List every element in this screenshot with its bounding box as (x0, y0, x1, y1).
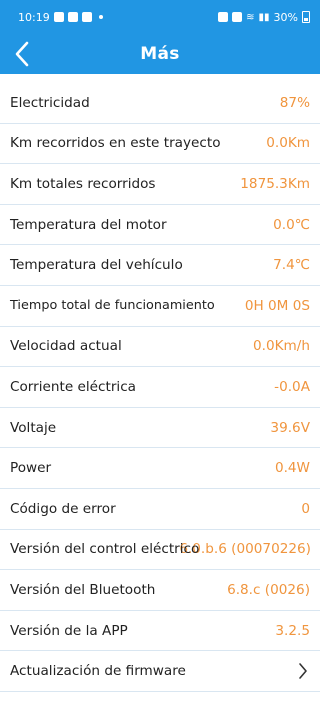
row-codigo-error: Código de error 0 (0, 489, 320, 530)
row-value: 0.0℃ (273, 216, 310, 233)
row-km-trayecto: Km recorridos en este trayecto 0.0Km (0, 124, 320, 165)
row-label: Tiempo total de funcionamiento (10, 298, 215, 314)
row-label: Velocidad actual (10, 338, 122, 355)
row-velocidad: Velocidad actual 0.0Km/h (0, 327, 320, 368)
row-version-bluetooth: Versión del Bluetooth 6.8.c (0026) (0, 570, 320, 611)
chevron-left-icon (15, 41, 29, 67)
row-label: Km recorridos en este trayecto (10, 135, 221, 152)
row-value: 39.6V (270, 419, 310, 436)
row-temp-vehiculo: Temperatura del vehículo 7.4℃ (0, 245, 320, 286)
row-label: Electricidad (10, 94, 90, 111)
row-value: 87% (279, 94, 310, 111)
row-label: Voltaje (10, 419, 57, 436)
k-app-notification-icon (67, 12, 78, 22)
lock-icon (218, 12, 229, 22)
row-label: Versión del Bluetooth (10, 581, 156, 598)
row-version-control: Versión del control eléctrico 6.0.b.6 (0… (0, 530, 320, 571)
battery-percent: 30% (273, 10, 298, 24)
alarm-icon (232, 12, 243, 22)
app-header: Más (0, 34, 320, 74)
gallery-notification-icon (53, 12, 64, 22)
row-value: 0 (301, 500, 310, 517)
status-time: 10:19 (18, 10, 50, 24)
signal-icon: ▮▮ (258, 11, 270, 23)
battery-icon (302, 11, 310, 23)
row-value: 3.2.5 (275, 622, 310, 639)
row-label: Corriente eléctrica (10, 378, 136, 395)
status-right: ≋ ▮▮ 30% (218, 11, 310, 24)
row-label: Temperatura del vehículo (10, 257, 183, 274)
row-power: Power 0.4W (0, 448, 320, 489)
chevron-right-icon (296, 662, 310, 680)
row-voltaje: Voltaje 39.6V (0, 408, 320, 449)
status-left: 10:19 (18, 11, 103, 24)
row-label: Versión del control eléctrico (10, 541, 200, 558)
row-label: Actualización de firmware (10, 663, 186, 680)
row-corriente: Corriente eléctrica -0.0A (0, 367, 320, 408)
row-version-app: Versión de la APP 3.2.5 (0, 611, 320, 652)
row-value: 0H 0M 0S (244, 297, 310, 314)
page-title: Más (140, 44, 180, 64)
row-label: Km totales recorridos (10, 175, 156, 192)
row-km-totales: Km totales recorridos 1875.3Km (0, 164, 320, 205)
row-value: 0.0Km (266, 135, 310, 152)
back-button[interactable] (8, 38, 36, 70)
row-value: 0.4W (274, 460, 310, 477)
info-list: Electricidad 87% Km recorridos en este t… (0, 83, 320, 692)
chat-notification-icon (81, 12, 92, 22)
row-value: 6.8.c (0026) (227, 581, 310, 598)
row-electricidad: Electricidad 87% (0, 83, 320, 124)
row-value: 1875.3Km (240, 175, 310, 192)
row-value: 0.0Km/h (253, 338, 310, 355)
row-value: -0.0A (274, 378, 310, 395)
row-label: Temperatura del motor (10, 216, 167, 233)
row-tiempo-total: Tiempo total de funcionamiento 0H 0M 0S (0, 286, 320, 327)
row-temp-motor: Temperatura del motor 0.0℃ (0, 205, 320, 246)
more-notifications-icon (98, 15, 103, 19)
row-label: Versión de la APP (10, 622, 128, 639)
wifi-icon: ≋ (246, 11, 255, 23)
row-value: 7.4℃ (273, 257, 310, 274)
status-bar: 10:19 ≋ ▮▮ 30% (0, 0, 320, 34)
row-firmware-update[interactable]: Actualización de firmware (0, 651, 320, 692)
row-label: Código de error (10, 500, 116, 517)
row-label: Power (10, 460, 52, 477)
